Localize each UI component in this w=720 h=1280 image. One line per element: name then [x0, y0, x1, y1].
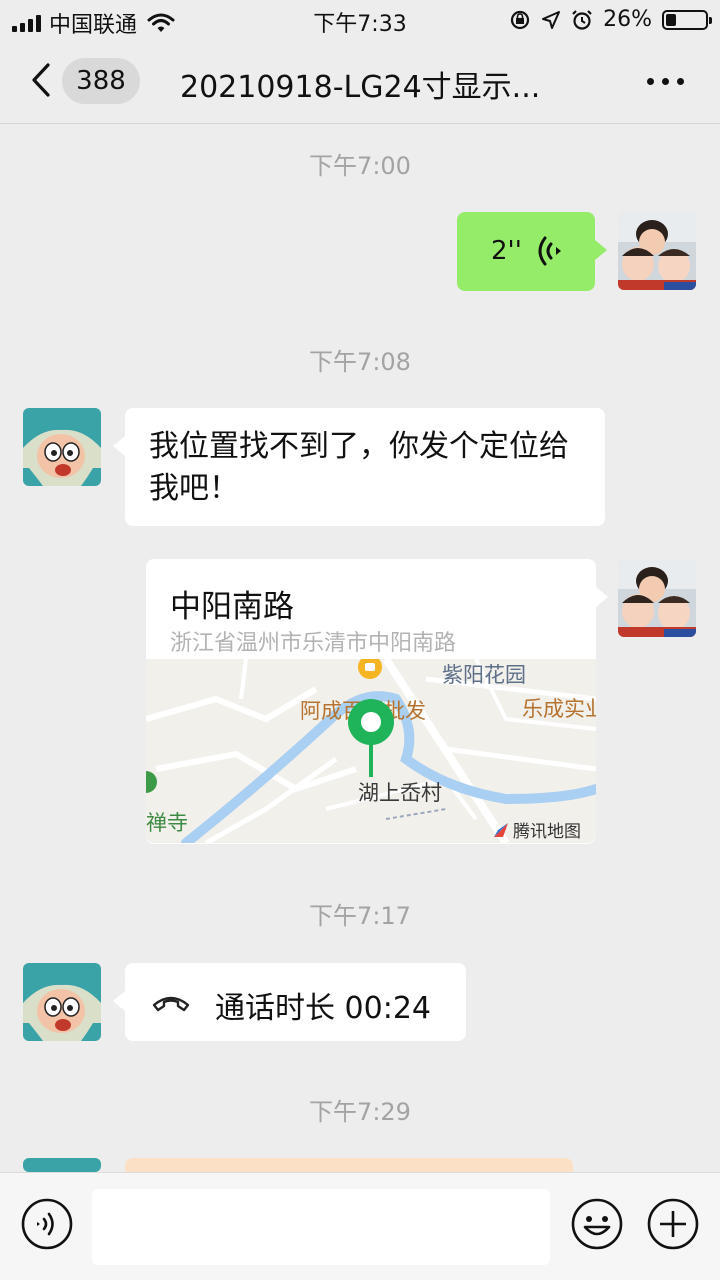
battery-icon: [662, 9, 712, 30]
add-more-icon[interactable]: [646, 1197, 700, 1251]
shop-poi-icon: [358, 659, 382, 679]
phone-hangup-icon: [152, 996, 190, 1012]
unread-count-badge[interactable]: 388: [62, 58, 140, 104]
temple-poi-icon: [146, 771, 157, 793]
self-avatar[interactable]: [618, 559, 696, 637]
battery-percent: 26%: [603, 7, 652, 32]
voice-wave-icon: [538, 236, 561, 266]
contact-avatar[interactable]: [23, 963, 101, 1041]
map-provider-label: 腾讯地图: [513, 822, 581, 842]
map-label-village: 湖上岙村: [358, 781, 442, 805]
map-preview[interactable]: 紫阳花园 阿成百货批发 乐成实业 禅寺 湖上岙村 腾讯地图: [146, 659, 596, 843]
call-record-bubble[interactable]: 通话时长 00:24: [113, 963, 466, 1041]
input-bar: [0, 1172, 720, 1280]
map-label-temple: 禅寺: [146, 811, 188, 835]
timestamp: 下午7:29: [309, 1098, 411, 1126]
location-arrow-icon: [542, 10, 561, 29]
timestamp: 下午7:08: [309, 348, 411, 376]
emoji-icon[interactable]: [570, 1197, 624, 1251]
back-arrow-icon[interactable]: [28, 62, 56, 98]
message-input[interactable]: [92, 1189, 550, 1265]
text-message-bubble[interactable]: 我位置找不到了，你发个定位给我吧！: [113, 408, 605, 526]
message-text: 我位置找不到了，你发个定位给我吧！: [149, 429, 569, 506]
chat-title: 20210918-LG24寸显示...: [180, 70, 541, 105]
self-avatar[interactable]: [618, 212, 696, 290]
tencent-map-logo-icon: [494, 822, 508, 837]
location-address: 浙江省温州市乐清市中阳南路: [170, 631, 457, 656]
status-bar: 中国联通 下午7:33 26%: [0, 0, 720, 40]
voice-input-icon[interactable]: [20, 1197, 74, 1251]
map-provider: 腾讯地图: [492, 817, 581, 842]
call-duration-text: 通话时长 00:24: [215, 991, 431, 1026]
contact-avatar[interactable]: [23, 408, 101, 486]
timestamp: 下午7:00: [309, 152, 411, 180]
contact-avatar[interactable]: [23, 1158, 101, 1172]
alarm-icon: [572, 9, 592, 30]
map-label-company: 乐成实业: [522, 697, 596, 721]
map-label-park: 紫阳花园: [442, 663, 526, 687]
location-card[interactable]: 中阳南路 浙江省温州市乐清市中阳南路 紫阳花园 阿成百货批发 乐成实业 禅寺 湖…: [146, 559, 608, 844]
timestamp: 下午7:17: [309, 902, 411, 930]
map-pin-icon: [348, 699, 394, 777]
location-title: 中阳南路: [170, 589, 294, 625]
voice-message-bubble[interactable]: 2'': [457, 212, 607, 291]
more-options-icon[interactable]: [647, 78, 684, 85]
chat-header: 388 20210918-LG24寸显示...: [0, 40, 720, 124]
orientation-lock-icon: [510, 10, 530, 29]
partial-message-bubble[interactable]: [125, 1158, 573, 1172]
voice-duration: 2'': [491, 236, 522, 266]
